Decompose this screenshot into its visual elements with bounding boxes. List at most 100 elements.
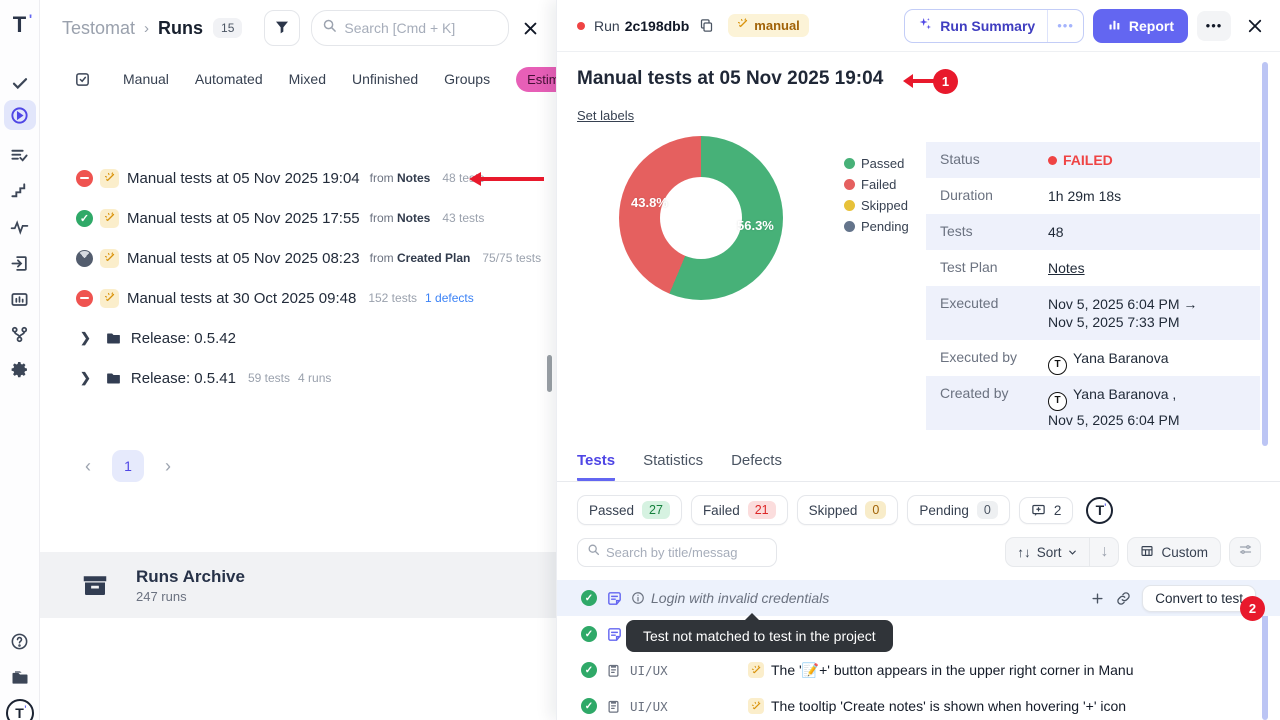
sliders-icon <box>1238 542 1253 562</box>
link-icon[interactable] <box>1116 591 1131 606</box>
prev-page-icon[interactable]: ‹ <box>78 456 98 477</box>
next-page-icon[interactable]: › <box>158 456 178 477</box>
detail-row-testplan: Test Plan Notes <box>926 250 1260 286</box>
in-progress-status-icon <box>76 250 93 267</box>
tests-search[interactable] <box>577 538 777 567</box>
failed-percent-label: 43.8% <box>631 195 668 210</box>
tab-mixed[interactable]: Mixed <box>289 71 326 87</box>
test-row[interactable]: UI/UX The '📝+' button appears in the upp… <box>557 652 1280 688</box>
detail-row-duration: Duration 1h 29m 18s <box>926 178 1260 214</box>
not-matched-tooltip: Test not matched to test in the project <box>626 620 893 652</box>
passed-check-icon <box>581 626 597 642</box>
activity-nav-icon[interactable] <box>4 212 36 242</box>
release-runs-count: 4 runs <box>298 371 331 385</box>
run-summary-more-icon[interactable]: ••• <box>1047 10 1083 42</box>
release-folder-row[interactable]: ❯ Release: 0.5.42 <box>40 318 556 358</box>
runs-count-badge: 15 <box>213 18 242 38</box>
close-search-icon[interactable] <box>522 20 539 37</box>
page-number[interactable]: 1 <box>112 450 144 482</box>
failed-status-icon <box>76 290 93 307</box>
archive-count: 247 runs <box>136 589 245 604</box>
chevron-right-icon[interactable]: ❯ <box>80 330 91 346</box>
assignee-avatar[interactable]: T' <box>1086 497 1113 524</box>
copy-icon[interactable] <box>699 18 714 33</box>
tab-unfinished[interactable]: Unfinished <box>352 71 418 87</box>
grid-icon <box>1140 544 1154 561</box>
run-detail-title: Manual tests at 05 Nov 2025 19:04 <box>577 68 883 90</box>
display-settings-button[interactable] <box>1229 537 1261 567</box>
add-icon[interactable] <box>1090 591 1105 606</box>
run-title: Manual tests at 30 Oct 2025 09:48 <box>127 290 356 307</box>
chip-passed[interactable]: Passed27 <box>577 495 682 525</box>
list-scrollbar[interactable] <box>547 355 552 392</box>
manual-run-icon <box>100 209 119 228</box>
sort-direction-button[interactable]: ↓ <box>1089 538 1118 566</box>
panel-scrollbar[interactable] <box>1262 62 1268 446</box>
breadcrumb-app[interactable]: Testomat <box>62 18 135 39</box>
tab-defects[interactable]: Defects <box>731 452 782 481</box>
convert-to-test-button[interactable]: Convert to test <box>1142 585 1256 612</box>
panel-header: Run 2c198dbb manual Run Summary ••• Repo… <box>557 0 1280 52</box>
release-name: Release: 0.5.42 <box>131 330 236 347</box>
tab-statistics[interactable]: Statistics <box>643 452 703 481</box>
archive-box-icon <box>80 570 110 600</box>
custom-view-button[interactable]: Custom <box>1127 537 1221 567</box>
chevron-right-icon[interactable]: ❯ <box>80 370 91 386</box>
sort-button[interactable]: ↑↓Sort <box>1006 545 1089 560</box>
folder-icon <box>105 330 122 347</box>
run-row[interactable]: Manual tests at 05 Nov 2025 08:23 from C… <box>40 238 556 278</box>
estimate-badge[interactable]: Estim <box>516 67 556 92</box>
user-avatar[interactable]: T' <box>4 698 36 720</box>
tab-automated[interactable]: Automated <box>195 71 263 87</box>
select-all-icon[interactable] <box>74 71 91 88</box>
status-failed-value: FAILED <box>1048 142 1113 169</box>
clipboard-icon <box>606 699 621 714</box>
chip-skipped[interactable]: Skipped0 <box>797 495 899 525</box>
chip-comments[interactable]: 2 <box>1019 497 1074 524</box>
test-list-nav-icon[interactable] <box>4 140 36 170</box>
testomat-logo-icon[interactable]: T' <box>4 10 36 40</box>
user-avatar: T <box>1048 392 1067 411</box>
release-tests-count: 59 tests <box>248 371 290 385</box>
tab-groups[interactable]: Groups <box>444 71 490 87</box>
release-folder-row[interactable]: ❯ Release: 0.5.41 59 tests 4 runs <box>40 358 556 398</box>
global-search-input[interactable] <box>344 20 494 36</box>
test-plan-link[interactable]: Notes <box>1048 250 1085 277</box>
filter-button[interactable] <box>264 10 300 46</box>
tab-manual[interactable]: Manual <box>123 71 169 87</box>
report-button[interactable]: Report <box>1093 9 1188 43</box>
settings-nav-icon[interactable] <box>4 355 36 385</box>
runs-archive[interactable]: Runs Archive 247 runs <box>40 552 556 618</box>
manual-run-icon <box>100 169 119 188</box>
analytics-nav-icon[interactable] <box>4 284 36 314</box>
chip-pending[interactable]: Pending0 <box>907 495 1010 525</box>
docs-folder-icon[interactable] <box>4 662 36 692</box>
test-title: The tooltip 'Create notes' is shown when… <box>771 698 1126 714</box>
branch-nav-icon[interactable] <box>4 319 36 349</box>
run-row[interactable]: Manual tests at 30 Oct 2025 09:48 152 te… <box>40 278 556 318</box>
run-defects-link[interactable]: 1 defects <box>425 291 474 305</box>
annotation-arrow-run <box>468 171 546 192</box>
run-filter-tabs: Manual Automated Mixed Unfinished Groups… <box>40 62 556 96</box>
steps-nav-icon[interactable] <box>4 176 36 206</box>
import-nav-icon[interactable] <box>4 248 36 278</box>
manual-burst-icon <box>748 662 764 678</box>
skipped-count: 0 <box>865 501 886 519</box>
test-row[interactable]: Login with invalid credentials Convert t… <box>557 580 1280 616</box>
tests-search-input[interactable] <box>606 545 766 560</box>
more-actions-button[interactable]: ••• <box>1197 11 1231 41</box>
tab-tests[interactable]: Tests <box>577 452 615 481</box>
close-panel-icon[interactable] <box>1246 17 1264 35</box>
checks-nav-icon[interactable] <box>4 68 36 98</box>
help-icon[interactable] <box>4 626 36 656</box>
annotation-marker-1: 1 <box>933 69 958 94</box>
run-summary-button[interactable]: Run Summary ••• <box>904 9 1084 43</box>
passed-check-icon <box>581 590 597 606</box>
chip-failed[interactable]: Failed21 <box>691 495 788 525</box>
run-row[interactable]: Manual tests at 05 Nov 2025 17:55 from N… <box>40 198 556 238</box>
test-row[interactable]: UI/UX The tooltip 'Create notes' is show… <box>557 688 1280 720</box>
run-from-plan: Notes <box>397 171 430 185</box>
global-search[interactable] <box>311 10 509 46</box>
set-labels-link[interactable]: Set labels <box>577 108 634 123</box>
runs-nav-icon[interactable] <box>4 100 36 130</box>
